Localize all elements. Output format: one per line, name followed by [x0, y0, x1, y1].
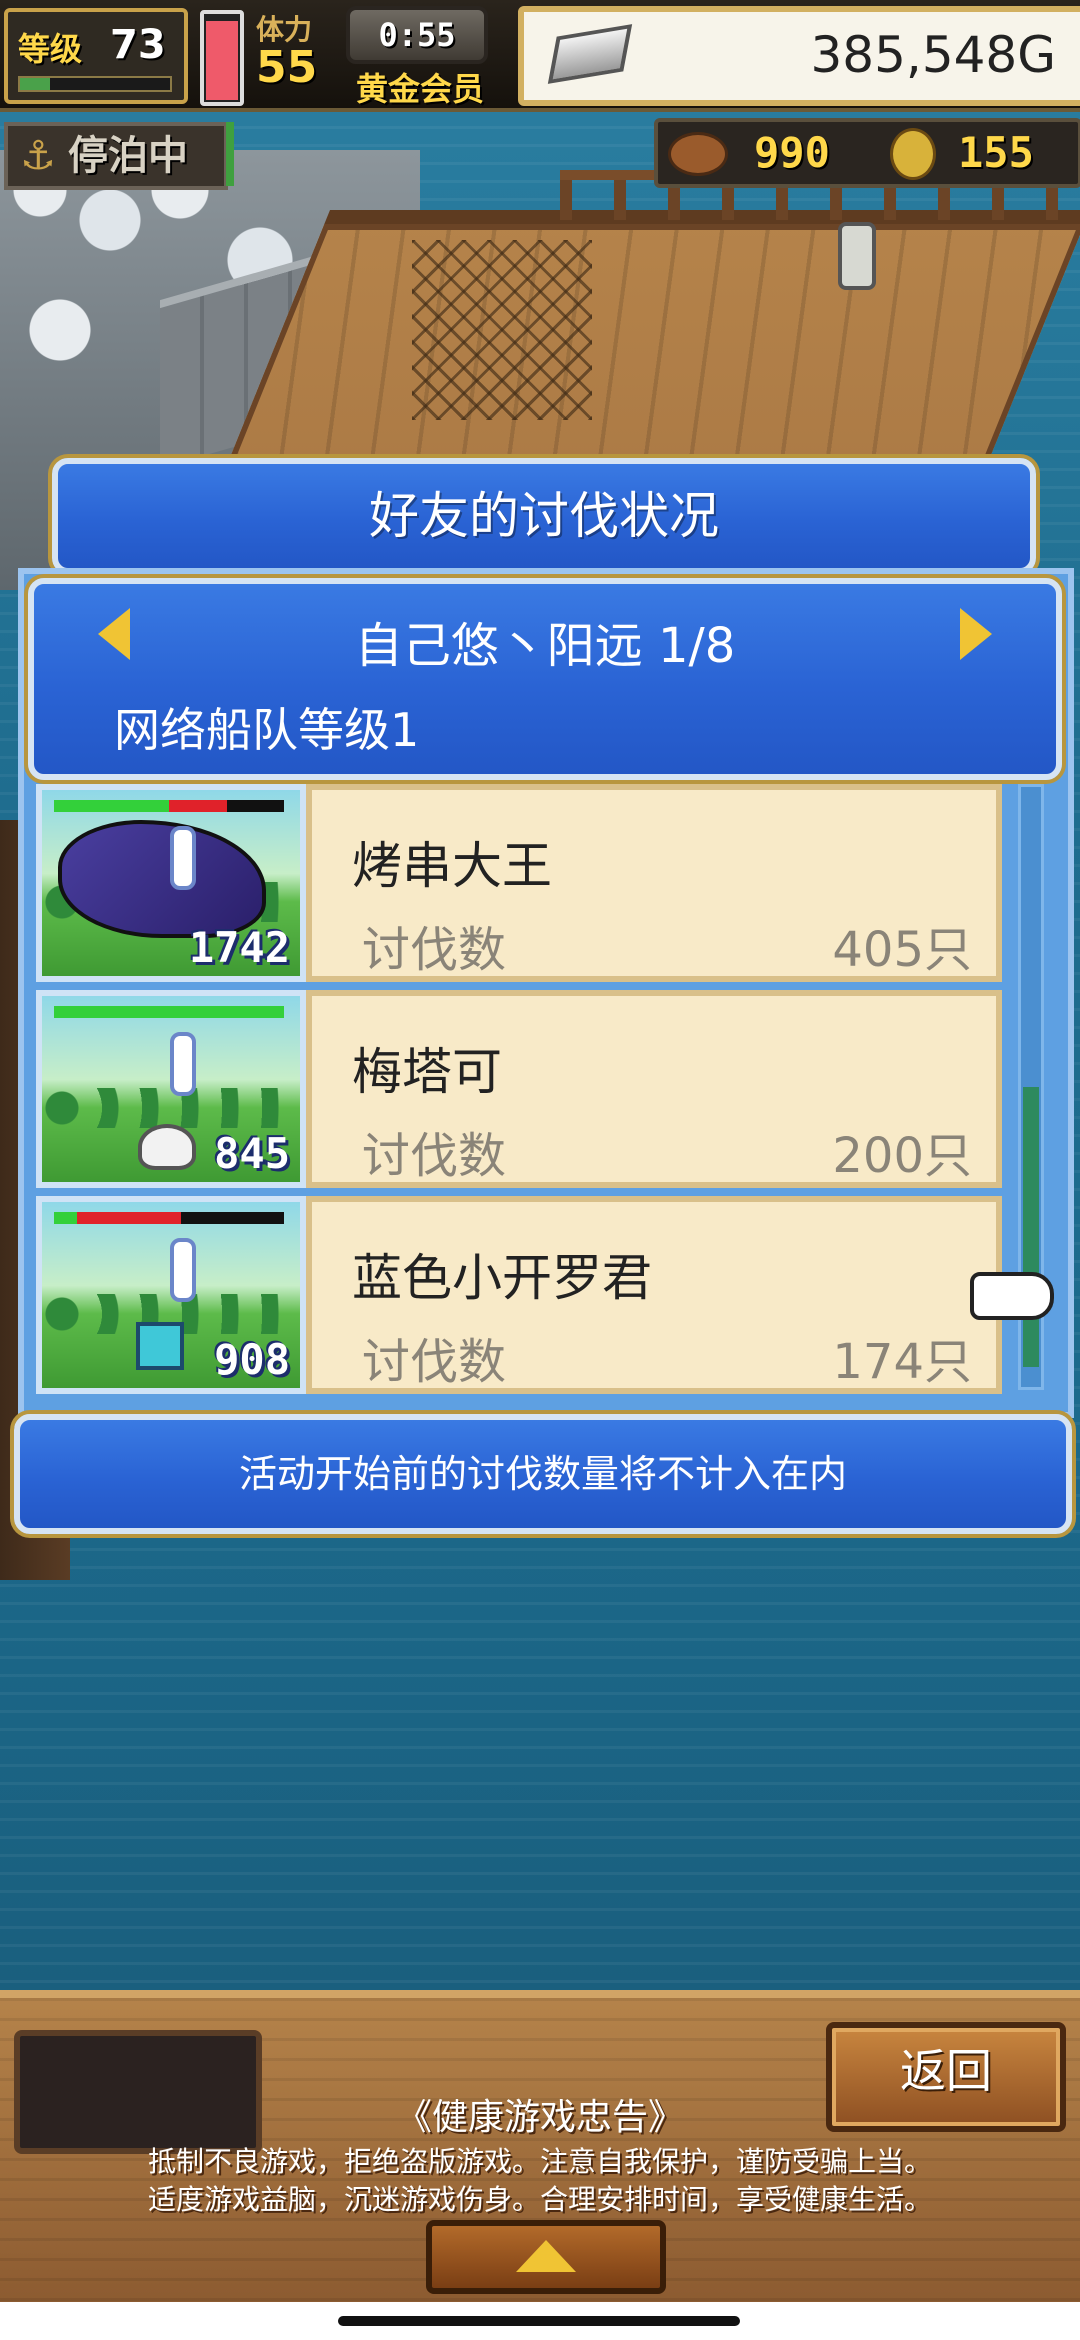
monster-hp-bar [54, 1006, 284, 1018]
home-indicator-area [0, 2302, 1080, 2340]
hp-green-fill [54, 800, 169, 812]
skewer-king-sprite [58, 820, 266, 938]
hp-green-fill [54, 1212, 77, 1224]
level-box: 等级 73 [4, 8, 188, 104]
stamina-gauge [200, 10, 244, 106]
dialog-title: 好友的讨伐状况 [369, 487, 719, 545]
blue-kairobot-sprite [136, 1322, 184, 1370]
money-value: 385,548G [810, 26, 1056, 84]
timer-box: 0:55 [346, 6, 488, 64]
bottom-bar: 返回 《健康游戏忠告》 抵制不良游戏，拒绝盗版游戏。注意自我保护，谨防受骗上当。… [0, 1990, 1080, 2310]
health-advice-line: 抵制不良游戏，拒绝盗版游戏。注意自我保护，谨防受骗上当。 [147, 2145, 932, 2178]
bread-icon [668, 132, 728, 176]
level-label: 等级 [18, 30, 83, 68]
monster-name: 梅塔可 [352, 1043, 502, 1101]
monster-thumbnail: 1742 [36, 784, 306, 982]
monster-level: 845 [214, 1129, 290, 1178]
dock-indicator [226, 122, 234, 186]
fleet-level: 网络船队等级1 [114, 703, 420, 757]
stamina-value: 55 [256, 42, 318, 93]
monster-row[interactable]: 845 梅塔可 讨伐数 200只 [28, 990, 1004, 1190]
monster-hp-bar [54, 800, 284, 812]
next-friend-arrow-icon[interactable] [960, 608, 992, 660]
deck-lamp [838, 222, 876, 290]
alert-icon [170, 1032, 196, 1096]
health-advice-line: 适度游戏益脑，沉迷游戏伤身。合理安排时间，享受健康生活。 [147, 2183, 932, 2216]
footer-note: 活动开始前的讨伐数量将不计入在内 [238, 1452, 847, 1496]
monster-card: 梅塔可 讨伐数 200只 [306, 990, 1002, 1188]
resource-counter: 990 155 [654, 118, 1080, 188]
level-progress-bar [18, 76, 172, 92]
monster-thumbnail: 908 [36, 1196, 306, 1394]
timer-text: 0:55 [378, 16, 456, 54]
defeat-count-value: 200只 [832, 1128, 972, 1184]
defeat-count-value: 174只 [832, 1334, 972, 1390]
friend-header-panel: 自己悠丶阳远 1/8 网络船队等级1 [28, 578, 1062, 780]
alert-icon [170, 1238, 196, 1302]
top-hud: 等级 73 体力 55 0:55 黄金会员 385,548G [0, 0, 1080, 112]
footer-note-panel: 活动开始前的讨伐数量将不计入在内 [14, 1414, 1072, 1534]
silver-bar-icon [547, 24, 633, 84]
monster-card: 蓝色小开罗君 讨伐数 174只 [306, 1196, 1002, 1394]
hp-red-fill [169, 800, 227, 812]
dock-status-text: 停泊中 [68, 133, 188, 179]
monster-level: 908 [214, 1335, 290, 1384]
anchor-icon: ⚓ [20, 133, 56, 179]
membership-label: 黄金会员 [356, 70, 485, 108]
pointer-hand-icon [970, 1272, 1054, 1320]
dialog-title-panel: 好友的讨伐状况 [52, 458, 1036, 574]
arrow-up-icon [516, 2240, 576, 2272]
expand-menu-button[interactable] [426, 2220, 666, 2294]
hp-green-fill [54, 1006, 284, 1018]
defeat-count-value: 405只 [832, 922, 972, 978]
monster-level: 1742 [188, 923, 290, 972]
defeat-count-label: 讨伐数 [362, 1128, 507, 1184]
monster-thumbnail: 845 [36, 990, 306, 1188]
monster-name: 烤串大王 [352, 837, 552, 895]
defeat-count-label: 讨伐数 [362, 922, 507, 978]
level-progress-fill [20, 78, 50, 90]
monster-card: 烤串大王 讨伐数 405只 [306, 784, 1002, 982]
stamina-box: 体力 55 [248, 8, 348, 98]
level-value: 73 [110, 22, 166, 68]
food-value: 990 [754, 128, 830, 177]
monster-hp-bar [54, 1212, 284, 1224]
friend-name: 自己悠丶阳远 1/8 [354, 618, 736, 674]
medal-value: 155 [958, 128, 1034, 177]
home-indicator[interactable] [338, 2316, 740, 2326]
monster-name: 蓝色小开罗君 [352, 1249, 652, 1307]
defeat-count-label: 讨伐数 [362, 1334, 507, 1390]
coin-icon [890, 128, 936, 180]
forest-background [42, 1088, 300, 1128]
rope-net [412, 240, 592, 420]
stamina-gauge-fill [206, 20, 238, 100]
alert-icon [170, 826, 196, 890]
monster-row[interactable]: 1742 烤串大王 讨伐数 405只 [28, 784, 1004, 984]
monster-row[interactable]: 908 蓝色小开罗君 讨伐数 174只 [28, 1196, 1004, 1396]
scrollbar-thumb[interactable] [1023, 1087, 1039, 1367]
dock-status-badge: ⚓ 停泊中 [4, 122, 228, 190]
money-box: 385,548G [518, 6, 1080, 106]
health-advice-title: 《健康游戏忠告》 [395, 2097, 684, 2138]
hp-red-fill [77, 1212, 181, 1224]
metako-sprite [138, 1124, 196, 1170]
